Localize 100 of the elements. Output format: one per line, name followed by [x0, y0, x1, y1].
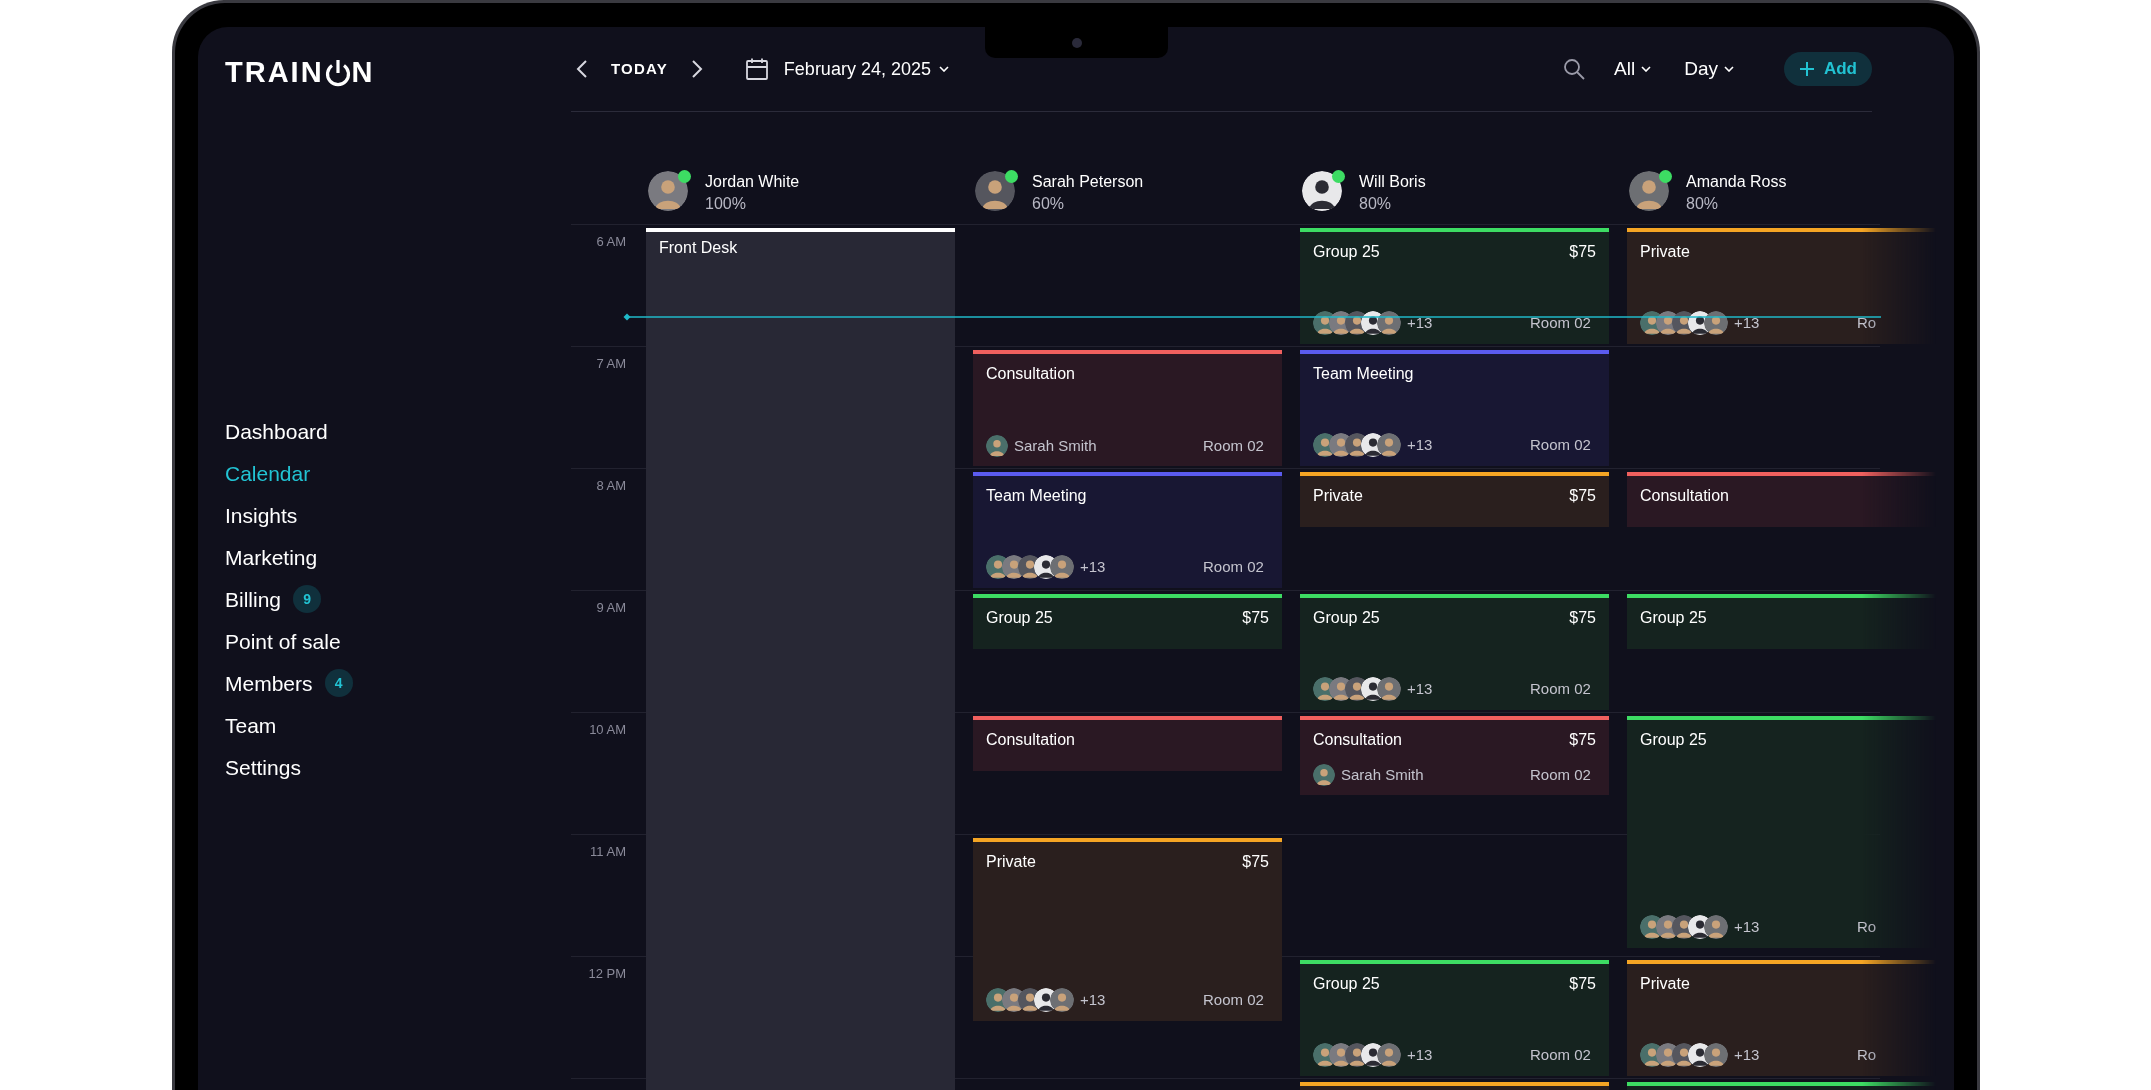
logo-text: TRAIN	[225, 55, 324, 91]
room-label: Room 02	[1530, 678, 1592, 699]
event-title: Consultation	[986, 364, 1075, 384]
room-label: Ro	[1857, 1044, 1878, 1065]
staff-name: Amanda Ross	[1686, 172, 1787, 192]
event-title: Group 25	[1313, 974, 1380, 994]
time-label: 12 PM	[587, 965, 626, 983]
event-title: Consultation	[1640, 486, 1729, 506]
event-card[interactable]: Group 25	[1627, 594, 1936, 649]
staff-load: 80%	[1686, 194, 1720, 214]
event-card[interactable]: Consultation	[973, 716, 1282, 771]
attendee-name: Sarah Smith	[1341, 764, 1424, 785]
plus-icon	[1798, 61, 1815, 77]
event-title: Group 25	[1640, 608, 1707, 628]
event-price: $75	[1569, 730, 1596, 750]
time-label: 8 AM	[595, 477, 626, 495]
nav-link[interactable]: Settings	[225, 756, 301, 778]
event-card[interactable]: Group 25 +13 Ro	[1627, 716, 1936, 948]
caret-icon	[1723, 66, 1734, 72]
event-card[interactable]: Consultation Sarah Smith Room 02	[973, 350, 1282, 466]
nav-link[interactable]: Billing	[225, 588, 282, 610]
avatar	[1050, 988, 1074, 1013]
attendee-count: +13	[1734, 916, 1760, 937]
nav-link[interactable]: Insights	[225, 504, 298, 526]
event-price: $75	[1242, 852, 1269, 872]
attendee-count: +13	[1407, 678, 1433, 699]
event-title: Group 25	[986, 608, 1053, 628]
event-title: Front Desk	[659, 238, 738, 258]
attendee-count: +13	[1080, 989, 1106, 1010]
nav-link[interactable]: Point of sale	[225, 630, 341, 652]
search-icon[interactable]	[1563, 58, 1586, 80]
avatar	[1377, 433, 1401, 457]
event-card[interactable]: Private $75	[1300, 472, 1609, 527]
staff-load: 80%	[1359, 194, 1393, 214]
logo-text: N	[351, 55, 375, 91]
event-title: Team Meeting	[1313, 364, 1414, 384]
room-label: Room 02	[1530, 312, 1592, 333]
time-label: 11 AM	[589, 843, 626, 861]
avatar	[1629, 171, 1669, 211]
event-card[interactable]: Group 25 $75 +13 Room 02	[1300, 960, 1609, 1076]
avatar	[1704, 311, 1728, 335]
add-button[interactable]: Add	[1783, 52, 1872, 86]
power-icon	[323, 58, 352, 88]
event-card[interactable]: Consultation	[1627, 472, 1936, 527]
caret-icon	[938, 66, 949, 72]
shift-block[interactable]: Front Desk	[646, 228, 955, 1090]
attendee-count: +13	[1407, 1044, 1433, 1065]
attendee-count: +13	[1080, 556, 1106, 577]
event-price: $75	[1242, 608, 1269, 628]
event-price: $75	[1569, 974, 1596, 994]
event-title: Group 25	[1313, 608, 1380, 628]
event-title: Group 25	[1640, 730, 1707, 750]
attendee-count: +13	[1734, 312, 1760, 333]
date-picker[interactable]: February 24, 2025	[744, 55, 949, 83]
avatar	[1377, 311, 1401, 335]
event-price: $75	[1569, 608, 1596, 628]
event-card[interactable]: Private +13 Ro	[1627, 228, 1936, 344]
time-label: 6 AM	[595, 233, 626, 251]
nav-link[interactable]: Team	[225, 714, 277, 736]
room-label: Room 02	[1530, 764, 1592, 785]
room-label: Room 02	[1530, 1044, 1592, 1065]
avatar	[975, 171, 1015, 211]
view-dropdown[interactable]: Day	[1684, 54, 1734, 84]
today-button[interactable]: TODAY	[611, 57, 668, 81]
filter-dropdown[interactable]: All	[1614, 54, 1652, 84]
room-label: Room 02	[1530, 434, 1592, 455]
avatar	[1704, 1043, 1728, 1067]
avatar	[1313, 764, 1335, 787]
room-label: Room 02	[1203, 435, 1265, 456]
event-title: Private	[1313, 486, 1363, 506]
caret-icon	[1641, 66, 1652, 72]
avatar	[1377, 1043, 1401, 1067]
event-card[interactable]: Private $75 +13 Room 02	[973, 838, 1282, 1022]
time-label: 10 AM	[588, 721, 626, 739]
event-price: $75	[1569, 242, 1596, 262]
event-card[interactable]: Private +13 Ro	[1627, 960, 1936, 1076]
event-title: Group 25	[1313, 242, 1380, 262]
nav-link[interactable]: Members	[225, 672, 313, 694]
staff-name: Sarah Peterson	[1032, 172, 1144, 192]
avatar	[1050, 555, 1074, 579]
staff-load: 60%	[1032, 194, 1066, 214]
event-card[interactable]: Group 25 $75	[973, 594, 1282, 649]
attendee-count: +13	[1734, 1044, 1760, 1065]
nav-link[interactable]: Marketing	[225, 546, 318, 568]
event-card[interactable]: Group 25 $75 +13 Room 02	[1300, 594, 1609, 710]
event-card[interactable]: Group 25 $75 +13 Room 02	[1300, 228, 1609, 344]
avatar	[986, 434, 1008, 457]
nav-link[interactable]: Calendar	[225, 462, 311, 484]
event-card[interactable]: Team Meeting +13 Room 02	[1300, 350, 1609, 466]
staff-load: 100%	[705, 194, 747, 214]
previous-icon[interactable]	[575, 58, 589, 80]
nav-link[interactable]: Dashboard	[225, 420, 328, 442]
event-card[interactable]: Consultation $75 Sarah Smith Room 02	[1300, 716, 1609, 796]
event-title: Team Meeting	[986, 486, 1087, 506]
next-icon[interactable]	[689, 58, 704, 80]
attendee-name: Sarah Smith	[1014, 435, 1097, 456]
time-label: 7 AM	[595, 355, 626, 373]
room-label: Room 02	[1203, 556, 1265, 577]
event-card[interactable]: Team Meeting +13 Room 02	[973, 472, 1282, 588]
event-title: Consultation	[1313, 730, 1402, 750]
